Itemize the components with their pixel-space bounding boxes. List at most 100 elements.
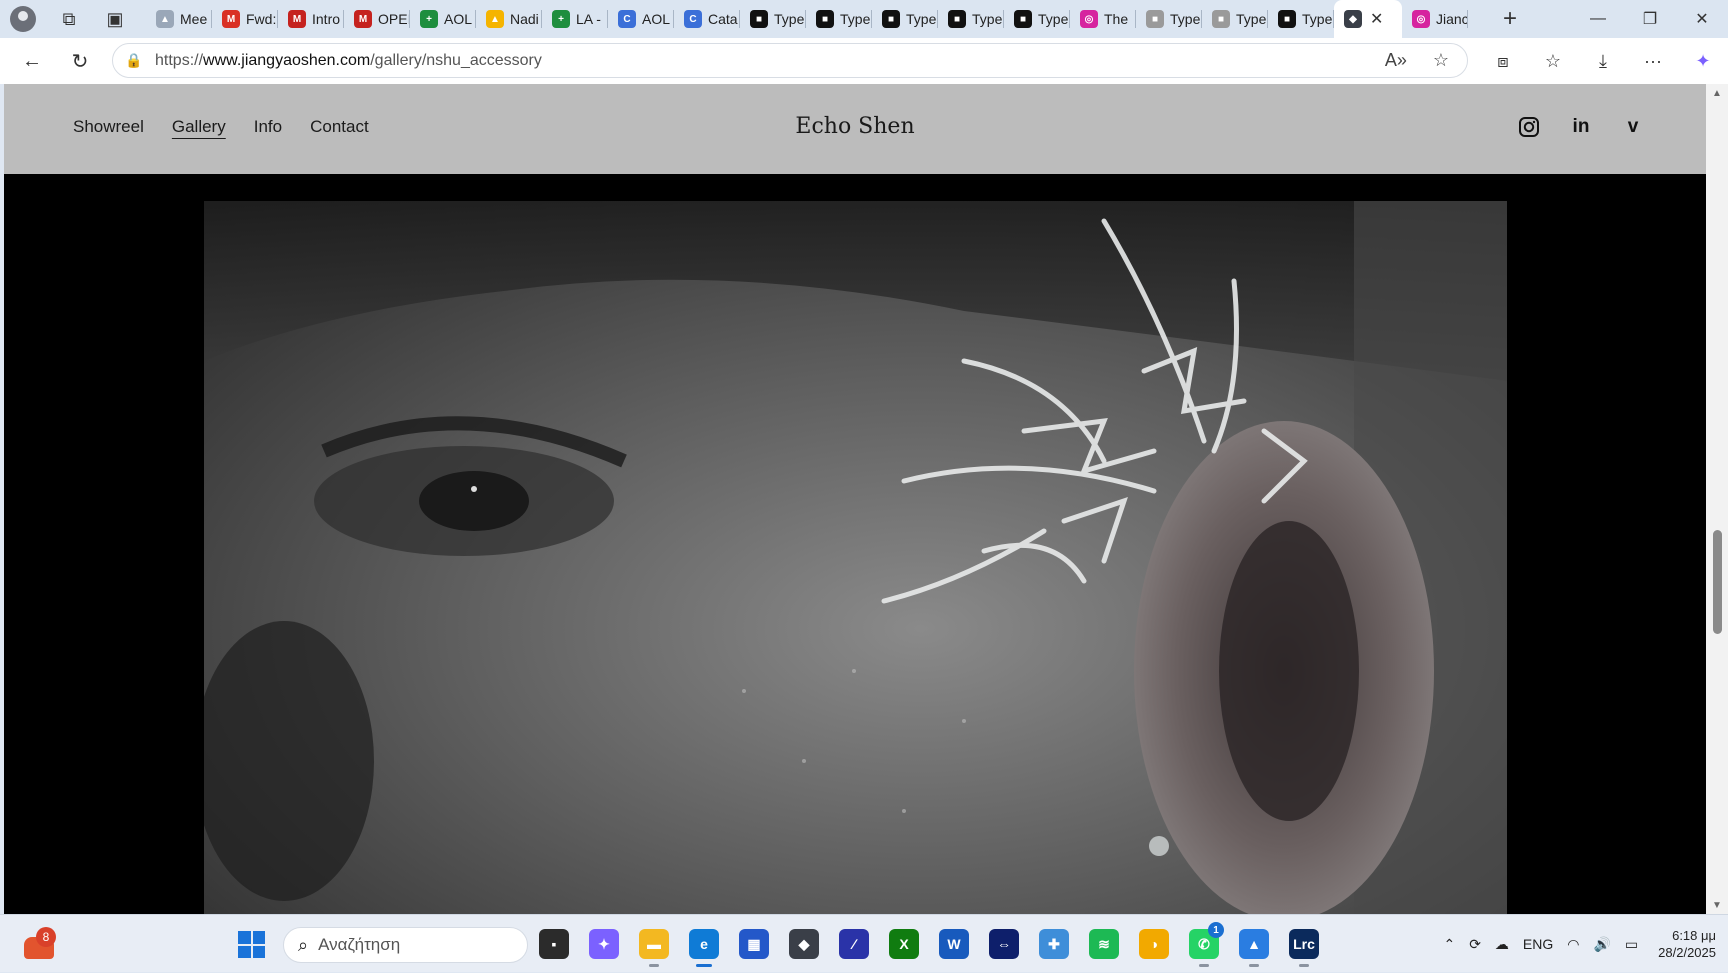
taskbar-app-affinity[interactable]: ∕ (836, 924, 872, 964)
browser-tab[interactable]: M OPEI (344, 0, 410, 38)
scroll-up-icon[interactable]: ▲ (1706, 84, 1728, 102)
tab-title: Type (774, 11, 805, 27)
taskbar-apps: ▪ ✦ ▬ e ▦ ◆ ∕ X W ⇔ ✚ ≋ ◑ ✆ 1 ▲ Lrc (536, 922, 1322, 967)
tab-actions-button[interactable]: ▣ (92, 0, 138, 38)
page-scrollbar[interactable]: ▲ ▼ (1706, 84, 1728, 914)
tab-favicon-icon: ▲ (156, 10, 174, 28)
taskbar-app-maps[interactable]: ✚ (1036, 924, 1072, 964)
language-indicator[interactable]: ENG (1523, 936, 1553, 952)
browser-tab[interactable]: ■ Type (1202, 0, 1268, 38)
running-indicator (649, 964, 659, 967)
gallery-photo[interactable] (204, 201, 1507, 914)
tab-actions-icon: ▣ (106, 8, 124, 29)
widget-badge: 8 (36, 927, 56, 947)
favorite-star-icon[interactable]: ☆ (1433, 50, 1449, 71)
restore-button[interactable]: ❐ (1624, 0, 1676, 38)
settings-more-button[interactable]: ··· (1628, 38, 1678, 84)
window-controls: — ❐ ✕ (1572, 0, 1728, 38)
close-tab-icon[interactable]: ✕ (1370, 9, 1383, 29)
browser-tab[interactable]: ■ Type (740, 0, 806, 38)
read-aloud-icon[interactable]: A» (1385, 50, 1407, 71)
clock[interactable]: 6:18 μμ 28/2/2025 (1658, 927, 1716, 961)
taskbar-app-spotify[interactable]: ≋ (1086, 924, 1122, 964)
spotify-icon: ≋ (1089, 929, 1119, 959)
photos-icon: ▲ (1239, 929, 1269, 959)
browser-tab[interactable]: ■ Type (806, 0, 872, 38)
tab-title: Cata (708, 11, 738, 27)
taskbar-app-norton[interactable]: ◑ (1136, 924, 1172, 964)
workspaces-icon: ⧉ (62, 8, 76, 29)
battery-icon[interactable]: ▭ (1625, 936, 1638, 953)
taskbar-app-teamviewer[interactable]: ⇔ (986, 924, 1022, 964)
taskbar-app-file-explorer-dark[interactable]: ▪ (536, 924, 572, 964)
copilot-button[interactable]: ✦ (1678, 38, 1728, 84)
show-hidden-icons-icon[interactable]: ⌃ (1443, 936, 1455, 953)
browser-tab[interactable]: M Intro (278, 0, 344, 38)
maps-icon: ✚ (1039, 929, 1069, 959)
wifi-icon[interactable]: ◠ (1567, 936, 1579, 953)
tab-favicon-icon: ■ (1212, 10, 1230, 28)
browser-tab[interactable]: + LA - (542, 0, 608, 38)
browser-tab[interactable]: ◎ Jianc (1402, 0, 1468, 38)
taskbar-app-copilot[interactable]: ✦ (586, 924, 622, 964)
scroll-thumb[interactable] (1713, 530, 1722, 634)
taskbar-app-whatsapp[interactable]: ✆ 1 (1186, 922, 1224, 967)
profile-button[interactable] (0, 0, 46, 38)
tab-title: AOL (444, 11, 473, 27)
extensions-button[interactable]: ⧈ (1478, 38, 1528, 84)
start-button[interactable] (238, 931, 265, 958)
site-title[interactable]: Echo Shen (4, 114, 1706, 139)
taskbar-app-lightroom[interactable]: Lrc (1286, 924, 1322, 967)
vimeo-icon[interactable]: v (1620, 114, 1646, 140)
taskbar-search[interactable]: ⌕ Αναζήτηση (283, 927, 528, 963)
new-tab-button[interactable]: + (1492, 0, 1528, 38)
tab-favicon-icon: M (288, 10, 306, 28)
back-arrow-icon: ← (22, 49, 42, 72)
workspaces-button[interactable]: ⧉ (46, 0, 92, 38)
minimize-button[interactable]: — (1572, 0, 1624, 38)
tab-favicon-icon: + (552, 10, 570, 28)
instagram-icon[interactable] (1516, 114, 1542, 140)
browser-tab[interactable]: + AOL (410, 0, 476, 38)
widgets-button[interactable]: 8 (22, 927, 56, 961)
plus-icon: + (1502, 5, 1517, 32)
browser-tab[interactable]: C Cata (674, 0, 740, 38)
back-button[interactable]: ← (12, 38, 52, 84)
downloads-button[interactable]: ⤓ (1578, 38, 1628, 84)
taskbar-app-xbox[interactable]: X (886, 924, 922, 964)
taskbar-app-edge[interactable]: e (686, 924, 722, 967)
browser-tab[interactable]: ■ Type (1136, 0, 1202, 38)
linkedin-icon[interactable]: in (1568, 114, 1594, 140)
social-links: in v (1516, 114, 1646, 140)
browser-tab[interactable]: ■ Type (872, 0, 938, 38)
download-icon: ⤓ (1599, 50, 1607, 71)
sync-icon[interactable]: ⟳ (1469, 936, 1481, 953)
browser-tab[interactable]: M Fwd: (212, 0, 278, 38)
tab-favicon-icon: M (354, 10, 372, 28)
tab-title: Jianc (1436, 11, 1468, 27)
puzzle-icon: ⧈ (1497, 50, 1509, 71)
browser-tab[interactable]: ▲ Mee (146, 0, 212, 38)
refresh-button[interactable]: ↻ (60, 38, 100, 84)
browser-tab[interactable]: ▲ Nadi (476, 0, 542, 38)
taskbar-app-photos[interactable]: ▲ (1236, 924, 1272, 967)
taskbar-app-word[interactable]: W (936, 924, 972, 964)
browser-tab[interactable]: ■ Type (938, 0, 1004, 38)
close-window-button[interactable]: ✕ (1676, 0, 1728, 38)
scroll-down-icon[interactable]: ▼ (1706, 896, 1728, 914)
browser-tab[interactable]: ■ Type (1004, 0, 1070, 38)
browser-tab[interactable]: ◎ The (1070, 0, 1136, 38)
browser-tab[interactable]: ◆ ✕ (1334, 0, 1402, 38)
tab-title: Nadi (510, 11, 539, 27)
onedrive-icon[interactable]: ☁ (1495, 936, 1509, 953)
running-indicator (1299, 964, 1309, 967)
favorites-button[interactable]: ☆ (1528, 38, 1578, 84)
address-bar[interactable]: 🔒 https://www.jiangyaoshen.com/gallery/n… (112, 43, 1468, 78)
browser-tab[interactable]: C AOL (608, 0, 674, 38)
taskbar-app-file-explorer[interactable]: ▬ (636, 924, 672, 967)
taskbar-app-store[interactable]: ▦ (736, 924, 772, 964)
taskbar-app-app-cube[interactable]: ◆ (786, 924, 822, 964)
volume-icon[interactable]: 🔊 (1593, 936, 1610, 953)
browser-tab[interactable]: ■ Type (1268, 0, 1334, 38)
tab-title: Intro (312, 11, 341, 27)
